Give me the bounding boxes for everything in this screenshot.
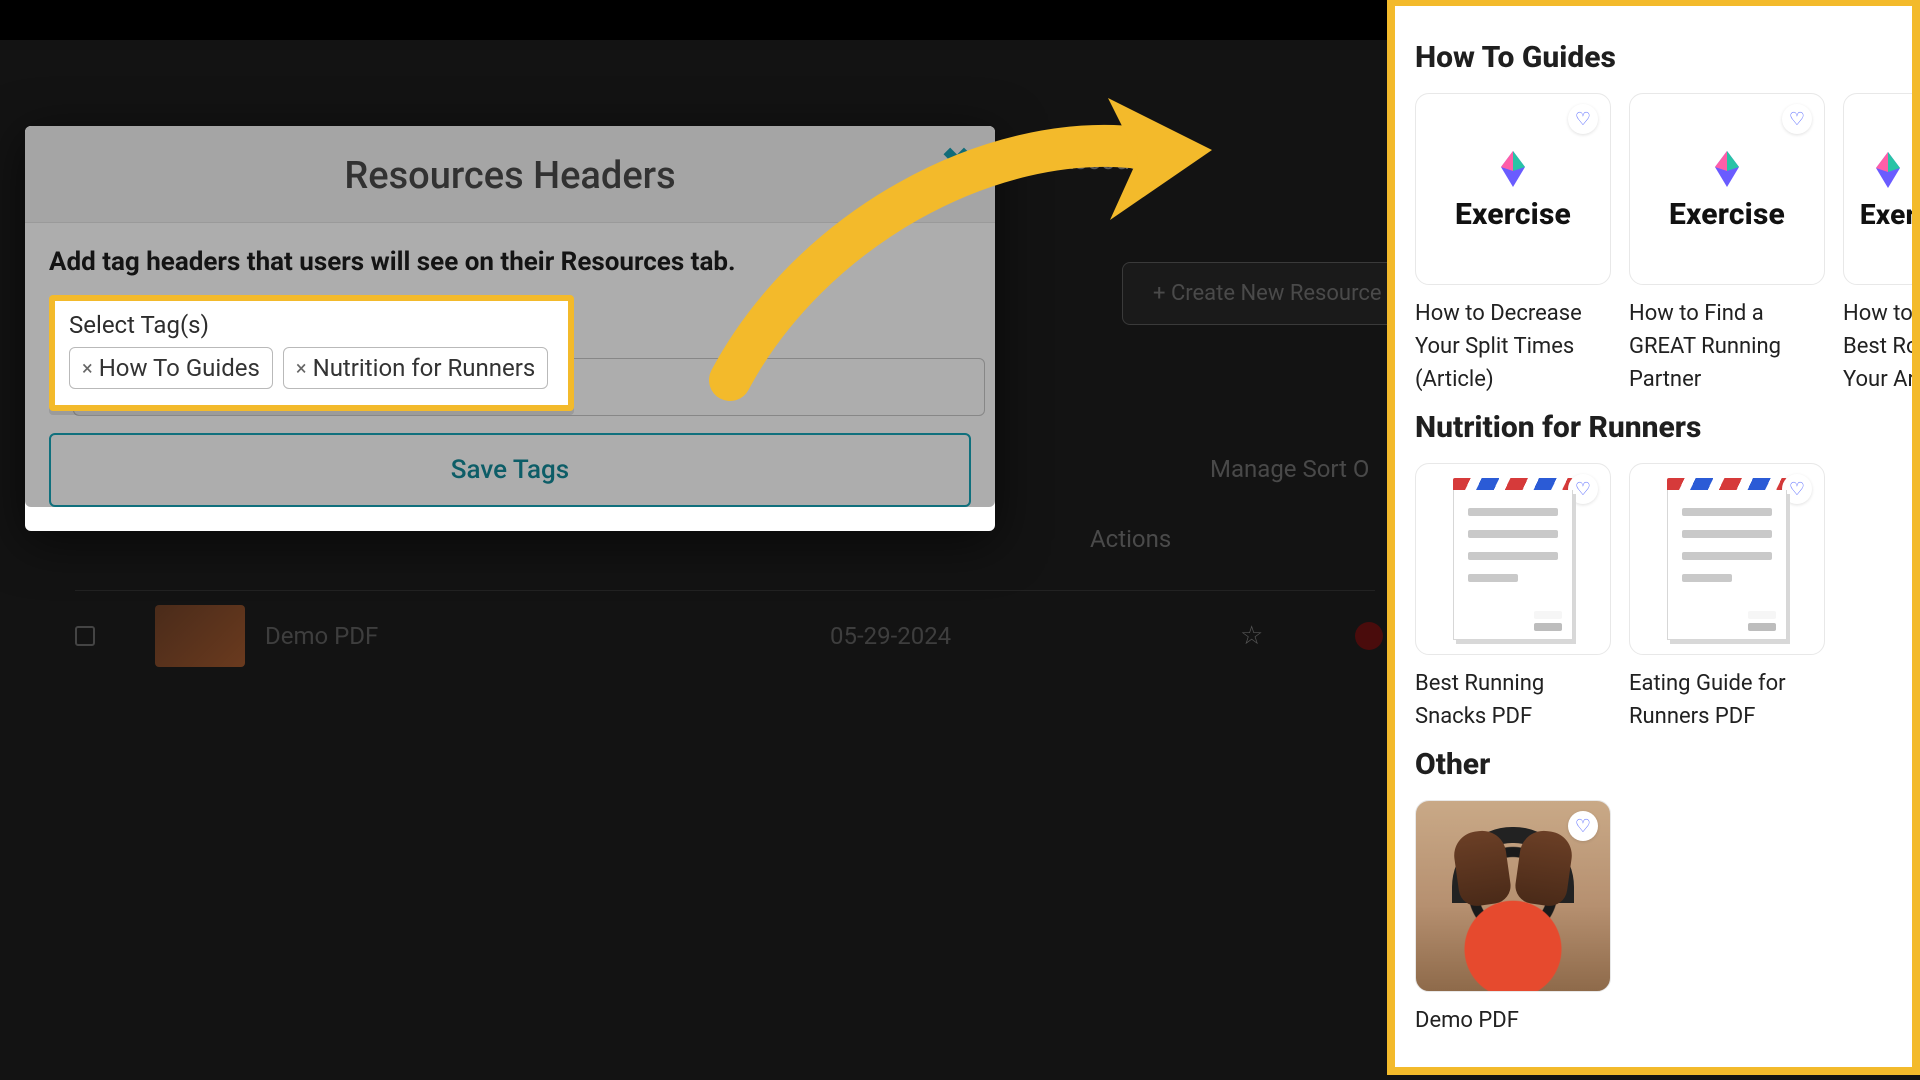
favorite-icon[interactable]: ♡ <box>1568 104 1598 134</box>
favorite-icon[interactable]: ♡ <box>1568 811 1598 841</box>
tag-chip[interactable]: × Nutrition for Runners <box>283 347 548 389</box>
document-thumb-icon <box>1453 478 1573 640</box>
table-row[interactable]: Demo PDF 05-29-2024 ☆ <box>75 590 1375 680</box>
exercise-logo-text: Exer <box>1860 198 1916 231</box>
row-date: 05-29-2024 <box>830 622 951 650</box>
arrow-annotation <box>690 70 1250 410</box>
star-icon[interactable]: ☆ <box>1240 621 1263 651</box>
section-header: Other <box>1415 747 1892 782</box>
card-row: ♡ Best Running Snacks PDF ♡ <box>1415 463 1892 733</box>
resource-card[interactable]: ♡ Exercise How to Decrease Your Split Ti… <box>1415 93 1611 396</box>
tags-input[interactable]: × How To Guides × Nutrition for Runners <box>69 347 554 389</box>
exercise-logo-icon <box>1866 148 1910 192</box>
save-tags-button[interactable]: Save Tags <box>49 433 971 507</box>
card-title: Best Running Snacks PDF <box>1415 667 1611 733</box>
tag-label: Nutrition for Runners <box>313 354 536 382</box>
resource-card[interactable]: Exer How to F Best Rou Your Are <box>1843 93 1920 396</box>
resource-card[interactable]: ♡ Exercise How to Find a GREAT Running P… <box>1629 93 1825 396</box>
section-header: How To Guides <box>1415 40 1892 75</box>
card-title: Demo PDF <box>1415 1004 1611 1037</box>
card-title: How to F Best Rou Your Are <box>1843 297 1920 396</box>
resource-card[interactable]: ♡ Best Running Snacks PDF <box>1415 463 1611 733</box>
exercise-logo-icon <box>1705 147 1749 191</box>
remove-tag-icon[interactable]: × <box>82 356 93 380</box>
select-tags-highlight: Select Tag(s) × How To Guides × Nutritio… <box>49 295 574 411</box>
tag-chip[interactable]: × How To Guides <box>69 347 273 389</box>
card-title: Eating Guide for Runners PDF <box>1629 667 1825 733</box>
delete-dot-icon[interactable] <box>1355 622 1383 650</box>
card-title: How to Find a GREAT Running Partner <box>1629 297 1825 396</box>
exercise-logo-text: Exercise <box>1669 197 1785 232</box>
manage-sort-link[interactable]: Manage Sort O <box>1210 455 1369 483</box>
kettlebell-image: ♡ <box>1415 800 1611 992</box>
exercise-logo-icon <box>1491 147 1535 191</box>
resource-card[interactable]: ♡ Eating Guide for Runners PDF <box>1629 463 1825 733</box>
remove-tag-icon[interactable]: × <box>296 356 307 380</box>
exercise-logo-text: Exercise <box>1455 197 1571 232</box>
card-row: ♡ Exercise How to Decrease Your Split Ti… <box>1415 93 1892 396</box>
resource-card[interactable]: ♡ Demo PDF <box>1415 800 1611 1037</box>
row-name: Demo PDF <box>265 622 378 650</box>
row-thumbnail <box>155 605 245 667</box>
tag-label: How To Guides <box>99 354 260 382</box>
select-tags-label: Select Tag(s) <box>69 311 554 339</box>
resources-preview-panel: How To Guides ♡ Exercise How to Decrease… <box>1387 0 1920 1075</box>
card-title: How to Decrease Your Split Times (Articl… <box>1415 297 1611 396</box>
row-checkbox[interactable] <box>75 626 95 646</box>
card-row: ♡ Demo PDF <box>1415 800 1892 1037</box>
section-header: Nutrition for Runners <box>1415 410 1892 445</box>
actions-column-header: Actions <box>1090 525 1171 553</box>
document-thumb-icon <box>1667 478 1787 640</box>
favorite-icon[interactable]: ♡ <box>1782 104 1812 134</box>
